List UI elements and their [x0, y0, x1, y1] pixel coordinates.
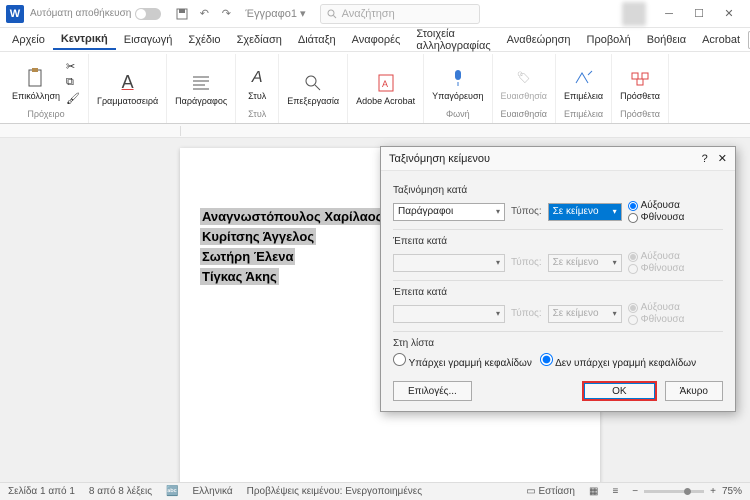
tab-mailings[interactable]: Στοιχεία αλληλογραφίας	[408, 25, 498, 55]
svg-text:A: A	[382, 79, 388, 89]
tab-view[interactable]: Προβολή	[579, 31, 639, 49]
search-icon	[327, 9, 337, 19]
zoom-slider[interactable]	[644, 490, 704, 493]
acrobat-icon[interactable]: A	[373, 70, 399, 96]
sort-field-1[interactable]: Παράγραφοι▾	[393, 203, 505, 221]
dialog-title: Ταξινόμηση κείμενου	[389, 153, 490, 165]
focus-mode[interactable]: ▭ Εστίαση	[526, 486, 575, 497]
sort-type-2: Σε κείμενο▾	[548, 254, 622, 272]
tab-file[interactable]: Αρχείο	[4, 31, 53, 49]
accessibility[interactable]: Προβλέψεις κειμένου: Ενεργοποιημένες	[247, 486, 422, 497]
sort1-asc[interactable]: Αύξουσα	[628, 200, 685, 211]
dialog-close-button[interactable]: ✕	[718, 152, 727, 165]
paste-icon[interactable]	[23, 65, 49, 91]
sort-text-dialog: Ταξινόμηση κείμενου ? ✕ Ταξινόμηση κατά …	[380, 146, 736, 412]
styles-icon[interactable]: A	[244, 65, 270, 91]
addins-icon[interactable]	[627, 65, 653, 91]
minimize-button[interactable]: ─	[654, 0, 684, 28]
close-button[interactable]: ✕	[714, 0, 744, 28]
editing-icon[interactable]	[300, 70, 326, 96]
tab-review[interactable]: Αναθεώρηση	[499, 31, 579, 49]
tab-insert[interactable]: Εισαγωγή	[116, 31, 181, 49]
sort3-asc: Αύξουσα	[628, 302, 685, 313]
font-icon[interactable]: A	[115, 70, 141, 96]
save-icon[interactable]	[174, 6, 190, 22]
ok-button[interactable]: OK	[582, 381, 656, 401]
zoom-value[interactable]: 75%	[722, 486, 742, 497]
spell-check-icon[interactable]: 🔤	[166, 486, 178, 497]
zoom-in[interactable]: +	[710, 486, 716, 497]
undo-icon[interactable]: ↶	[196, 6, 212, 22]
page-count[interactable]: Σελίδα 1 από 1	[8, 486, 75, 497]
search-input[interactable]: Αναζήτηση	[320, 4, 480, 24]
sort2-asc: Αύξουσα	[628, 251, 685, 262]
autosave-label: Αυτόματη αποθήκευση	[30, 8, 131, 19]
autosave-toggle[interactable]	[135, 8, 161, 20]
status-bar: Σελίδα 1 από 1 8 από 8 λέξεις 🔤 Ελληνικά…	[0, 482, 750, 500]
view-print-icon[interactable]: ▦	[589, 486, 598, 497]
tab-draw[interactable]: Σχέδιο	[180, 31, 228, 49]
menu-bar: Αρχείο Κεντρική Εισαγωγή Σχέδιο Σχεδίαση…	[0, 28, 750, 52]
text-line[interactable]: Αναγνωστόπουλος Χαρίλαος	[200, 208, 384, 225]
sort1-desc[interactable]: Φθίνουσα	[628, 212, 685, 223]
cancel-button[interactable]: Άκυρο	[665, 381, 723, 401]
horizontal-ruler[interactable]	[0, 124, 750, 138]
view-web-icon[interactable]: ≡	[612, 486, 618, 497]
sensitivity-icon: 🏷	[511, 65, 537, 91]
sort2-desc: Φθίνουσα	[628, 263, 685, 274]
ribbon: Επικόλληση ✂ ⧉ 🖌 Πρόχειρο AΓραμματοσειρά…	[0, 52, 750, 124]
sort-field-2[interactable]: ▾	[393, 254, 505, 272]
sort3-desc: Φθίνουσα	[628, 314, 685, 325]
text-line[interactable]: Κυρίτσης Άγγελος	[200, 228, 316, 245]
sort-type-1[interactable]: Σε κείμενο▾	[548, 203, 622, 221]
tab-help[interactable]: Βοήθεια	[639, 31, 694, 49]
tab-design[interactable]: Σχεδίαση	[229, 31, 290, 49]
copy-icon[interactable]: ⧉	[66, 76, 80, 89]
editor-icon[interactable]	[571, 65, 597, 91]
maximize-button[interactable]: ☐	[684, 0, 714, 28]
text-line[interactable]: Τίγκας Άκης	[200, 268, 279, 285]
word-app-icon: W	[6, 5, 24, 23]
then-by-label-2: Έπειτα κατά	[393, 287, 723, 298]
sort-by-label: Ταξινόμηση κατά	[393, 185, 723, 196]
has-header-radio[interactable]: Υπάρχει γραμμή κεφαλίδων	[393, 353, 532, 369]
options-button[interactable]: Επιλογές...	[393, 381, 472, 401]
sort-field-3: ▾	[393, 305, 505, 323]
sort-type-3: Σε κείμενο▾	[548, 305, 622, 323]
then-by-label-1: Έπειτα κατά	[393, 236, 723, 247]
word-count[interactable]: 8 από 8 λέξεις	[89, 486, 152, 497]
text-line[interactable]: Σωτήρη Έλενα	[200, 248, 295, 265]
paragraph-icon[interactable]	[188, 70, 214, 96]
tab-home[interactable]: Κεντρική	[53, 30, 116, 50]
cut-icon[interactable]: ✂	[66, 60, 80, 73]
dictate-icon[interactable]	[445, 65, 471, 91]
language[interactable]: Ελληνικά	[193, 486, 233, 497]
document-title[interactable]: Έγγραφο1 ▾	[245, 7, 305, 20]
tab-references[interactable]: Αναφορές	[344, 31, 409, 49]
tab-acrobat[interactable]: Acrobat	[694, 31, 748, 49]
format-painter-icon[interactable]: 🖌	[66, 92, 80, 105]
list-label: Στη λίστα	[393, 338, 723, 349]
zoom-out[interactable]: −	[632, 486, 638, 497]
user-avatar[interactable]	[622, 2, 646, 26]
help-button[interactable]: ?	[702, 153, 708, 165]
no-header-radio[interactable]: Δεν υπάρχει γραμμή κεφαλίδων	[540, 353, 696, 369]
tab-layout[interactable]: Διάταξη	[290, 31, 344, 49]
redo-icon[interactable]: ↷	[218, 6, 234, 22]
